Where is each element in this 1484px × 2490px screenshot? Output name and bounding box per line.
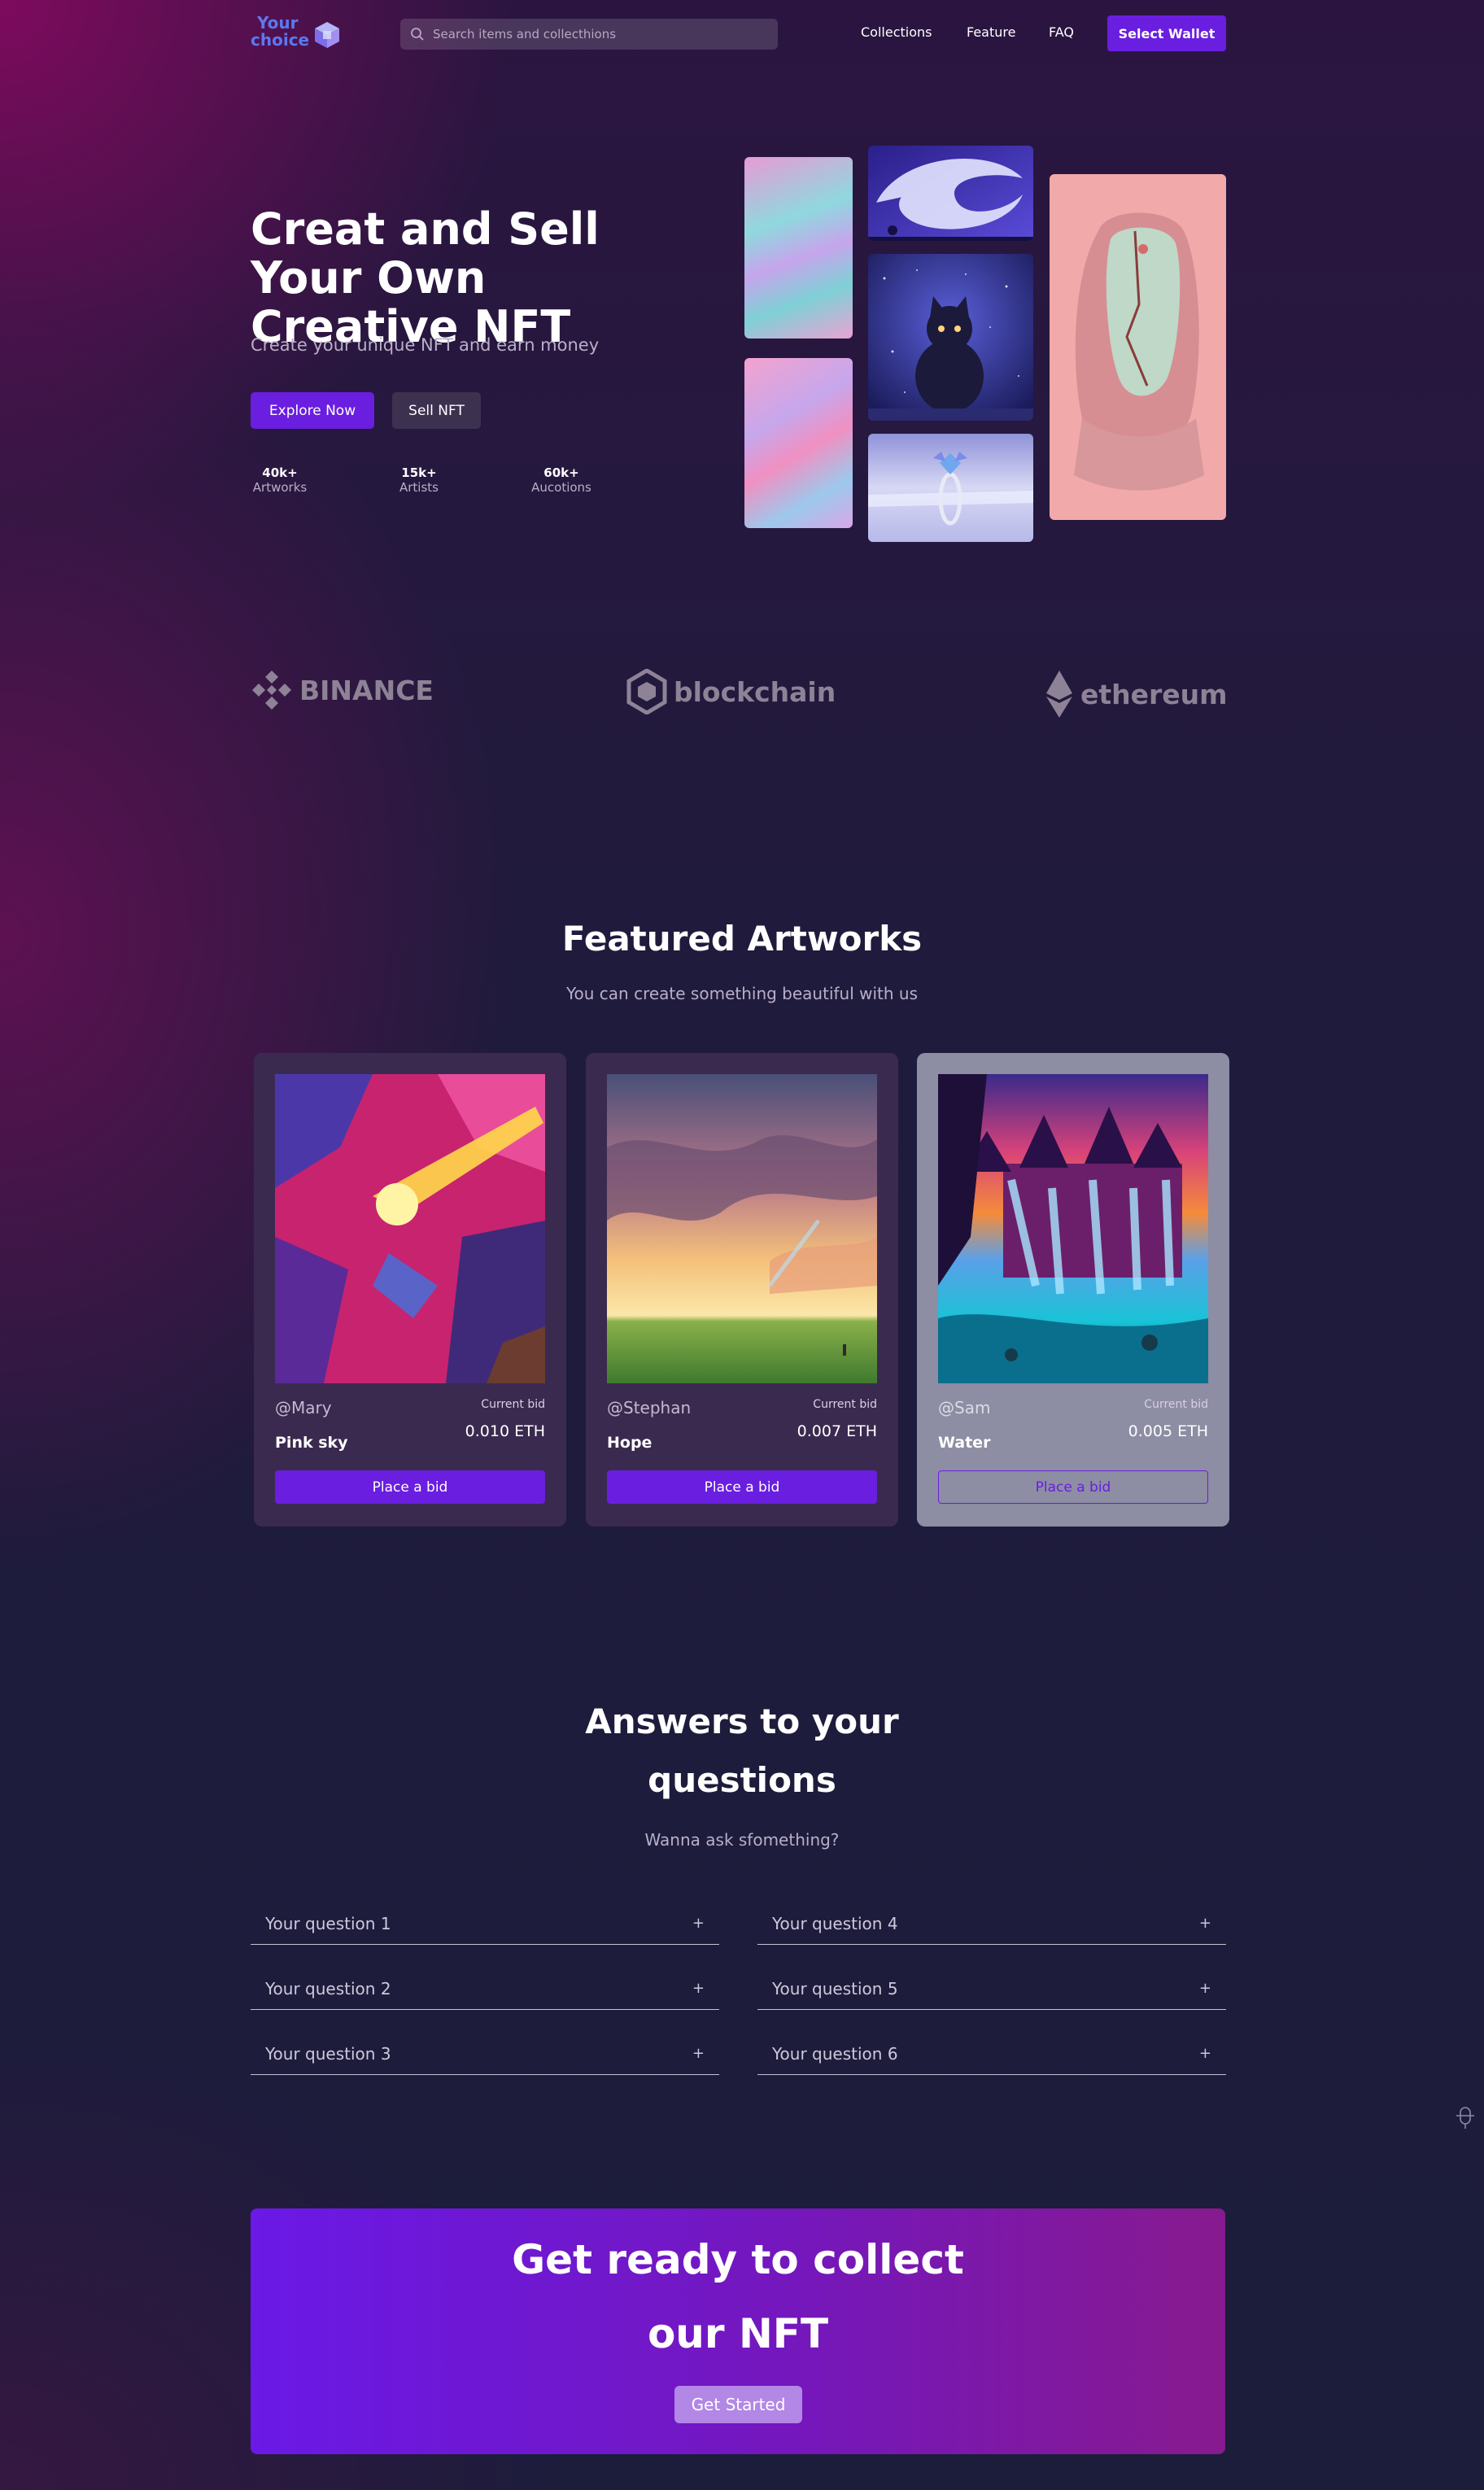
water-image [938,1074,1208,1383]
bid-price: 0.010 ETH [465,1422,545,1440]
card-username[interactable]: @Mary [275,1398,332,1418]
current-bid-label: Current bid [1144,1398,1208,1411]
featured-subtitle: You can create something beautiful with … [565,984,919,1003]
get-started-button[interactable]: Get Started [674,2386,802,2423]
place-bid-button[interactable]: Place a bid [275,1470,545,1504]
card-username[interactable]: @Stephan [607,1398,691,1418]
sell-nft-button[interactable]: Sell NFT [392,392,481,429]
faq-item[interactable]: Your question 5 + [757,1968,1226,2010]
mask-image [1050,174,1226,520]
faq-item[interactable]: Your question 2 + [251,1968,719,2010]
cta-banner: Get ready to collect our NFT Get Started [251,2208,1225,2454]
cube-icon [315,22,339,48]
brand-blockchain: blockchain [626,669,836,714]
search-input[interactable] [433,27,758,42]
artwork-mask[interactable] [1050,174,1226,520]
cta-title-line1: Get ready to collect [512,2236,964,2283]
faq-question: Your question 1 [265,1913,391,1933]
faq-title: Answers to your questions [0,1693,1484,1810]
faq-title-line1: Answers to your [585,1702,899,1741]
search-icon [411,28,424,41]
place-bid-button[interactable]: Place a bid [938,1470,1208,1504]
plus-icon[interactable]: + [1199,2045,1211,2062]
artwork-ring[interactable] [868,434,1033,542]
stat-artworks: 40k+ Artworks [251,465,309,495]
artwork-fluid-teal[interactable] [744,157,853,339]
logo[interactable]: Your choice [251,15,340,52]
nav-link-collections[interactable]: Collections [861,24,932,40]
swirl-image [868,146,1033,241]
bid-price: 0.007 ETH [797,1422,877,1440]
nav-link-faq[interactable]: FAQ [1049,24,1074,40]
artwork-cat[interactable] [868,254,1033,421]
brand-label: BINANCE [299,674,434,706]
cat-image [868,254,1033,421]
logo-text-line2: choice [251,30,310,50]
place-bid-button[interactable]: Place a bid [607,1470,877,1504]
explore-now-button[interactable]: Explore Now [251,392,374,429]
ring-image [868,434,1033,542]
blockchain-icon [626,669,667,714]
current-bid-label: Current bid [481,1398,545,1411]
card-username[interactable]: @Sam [938,1398,990,1418]
plus-icon[interactable]: + [692,2045,705,2062]
plus-icon[interactable]: + [692,1980,705,1997]
current-bid-label: Current bid [813,1398,877,1411]
search-bar[interactable] [400,19,778,50]
faq-item[interactable]: Your question 1 + [251,1902,719,1945]
artwork-card[interactable]: @Mary Current bid 0.010 ETH Pink sky Pla… [254,1053,566,1527]
plus-icon[interactable]: + [1199,1980,1211,1997]
brand-binance: BINANCE [251,669,434,711]
artwork-image [607,1074,877,1383]
stat-label: Aucotions [531,480,591,495]
stat-label: Artworks [252,480,308,495]
faq-question: Your question 6 [772,2043,898,2064]
scroll-top-icon[interactable] [1455,2104,1476,2130]
select-wallet-button[interactable]: Select Wallet [1107,15,1226,51]
faq-question: Your question 3 [265,2043,391,2064]
faq-title-line2: questions [648,1760,836,1800]
faq-question: Your question 2 [265,1978,391,1999]
artwork-card[interactable]: @Sam Current bid 0.005 ETH Water Place a… [917,1053,1229,1527]
faq-subtitle: Wanna ask sfomething? [644,1830,840,1850]
stat-value: 15k+ [401,465,437,480]
faq-question: Your question 5 [772,1978,898,1999]
stat-value: 60k+ [543,465,579,480]
cta-title: Get ready to collect our NFT [251,2223,1225,2371]
brand-ethereum: ethereum [1045,669,1228,719]
logo-text-line1: Your [257,13,299,33]
plus-icon[interactable]: + [1199,1915,1211,1932]
artwork-image [275,1074,545,1383]
binance-icon [252,671,291,710]
artwork-image [938,1074,1208,1383]
hope-image [607,1074,877,1383]
hero-subtitle: Create your unique NFT and earn money [251,335,600,355]
featured-title: Featured Artworks [561,919,923,959]
stat-auctions: 60k+ Aucotions [527,465,596,495]
card-title: Hope [607,1434,653,1452]
stat-artists: 15k+ Artists [395,465,443,495]
hero-title: Creat and Sell Your Own Creative NFT [251,203,600,352]
faq-item[interactable]: Your question 4 + [757,1902,1226,1945]
nav-link-feature[interactable]: Feature [967,24,1015,40]
bid-price: 0.005 ETH [1128,1422,1208,1440]
brand-label: blockchain [674,675,836,708]
card-title: Pink sky [275,1434,348,1452]
ethereum-icon [1046,671,1072,718]
stat-label: Artists [399,480,439,495]
faq-question: Your question 4 [772,1913,898,1933]
card-title: Water [938,1434,991,1452]
stat-value: 40k+ [262,465,298,480]
artwork-card[interactable]: @Stephan Current bid 0.007 ETH Hope Plac… [586,1053,898,1527]
plus-icon[interactable]: + [692,1915,705,1932]
brand-label: ethereum [1080,678,1228,710]
pink-sky-image [275,1074,545,1383]
artwork-fluid-pink[interactable] [744,358,853,528]
faq-item[interactable]: Your question 6 + [757,2033,1226,2075]
cta-title-line2: our NFT [647,2310,829,2357]
faq-item[interactable]: Your question 3 + [251,2033,719,2075]
artwork-swirl[interactable] [868,146,1033,241]
